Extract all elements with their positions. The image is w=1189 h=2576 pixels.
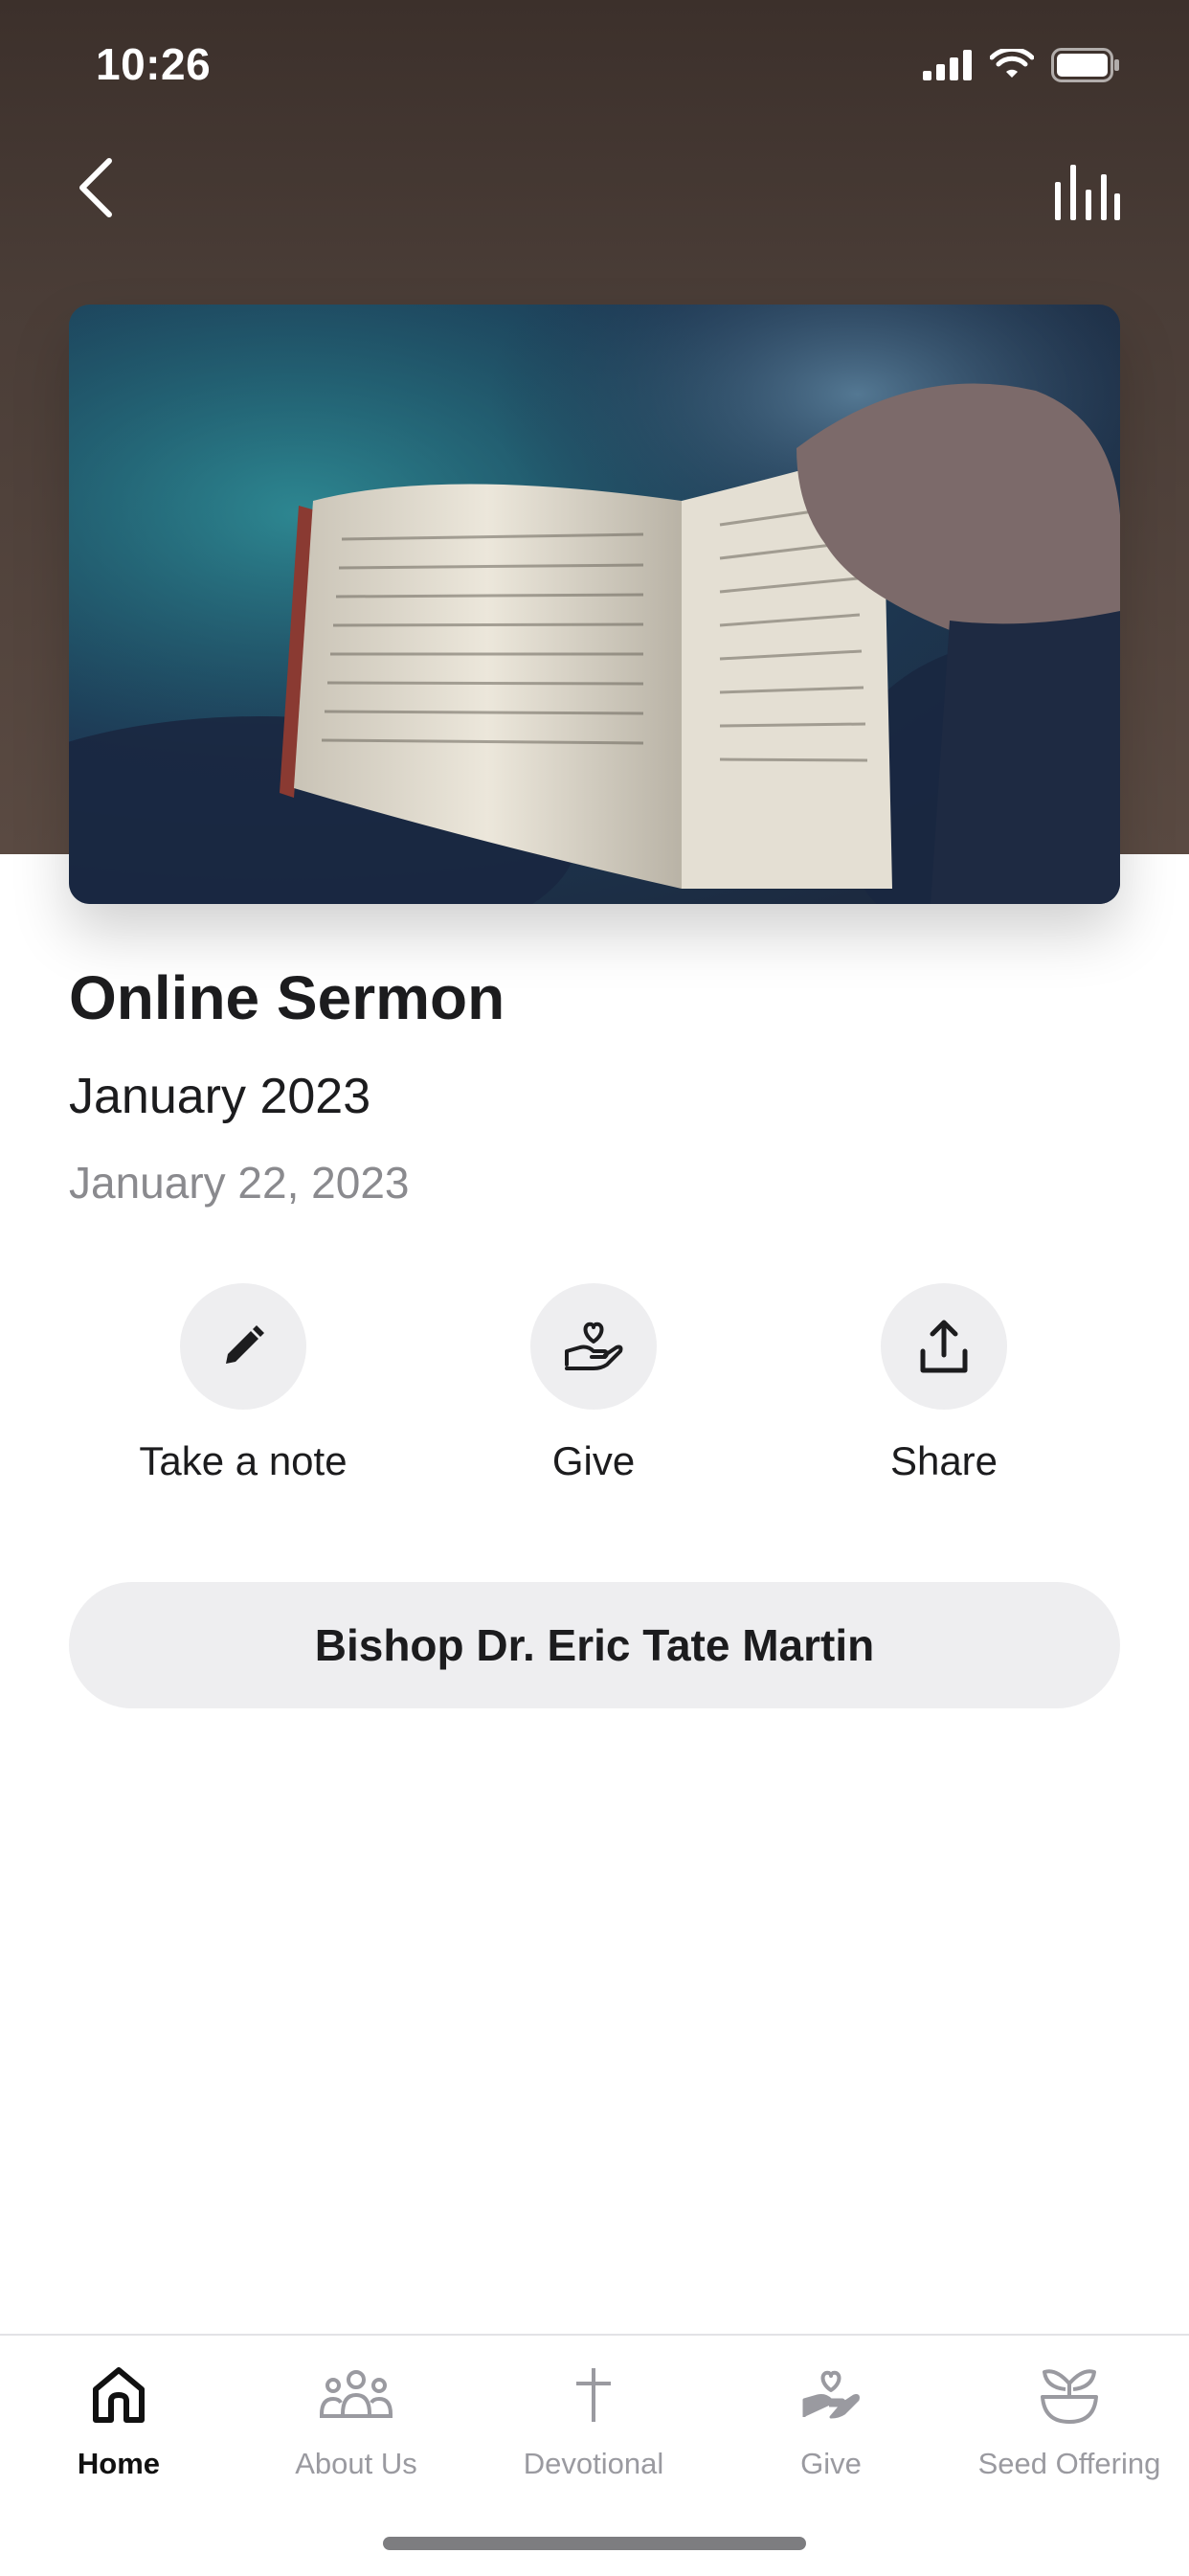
tab-devotional-label: Devotional xyxy=(523,2447,664,2480)
sermon-title: Online Sermon xyxy=(69,963,505,1032)
pencil-icon xyxy=(226,1325,264,1364)
tab-about-us-label: About Us xyxy=(295,2447,417,2480)
signal-icon xyxy=(923,50,972,80)
hand-heart-icon xyxy=(802,2370,860,2419)
wifi-icon xyxy=(990,49,1034,78)
hand-heart-icon xyxy=(565,1322,623,1370)
cross-icon xyxy=(576,2368,611,2422)
sermon-date: January 22, 2023 xyxy=(69,1158,410,1208)
speaker-name: Bishop Dr. Eric Tate Martin xyxy=(314,1620,875,1670)
tab-give[interactable]: Give xyxy=(712,2357,950,2481)
status-icons xyxy=(923,46,1120,84)
home-indicator xyxy=(383,2537,806,2550)
give-circle xyxy=(530,1283,657,1410)
battery-icon xyxy=(1051,48,1119,82)
tab-about-us[interactable]: About Us xyxy=(237,2357,475,2481)
tab-home-label: Home xyxy=(77,2447,161,2480)
take-note-label: Take a note xyxy=(139,1438,348,1483)
home-icon xyxy=(93,2367,145,2423)
share-label: Share xyxy=(889,1438,998,1483)
tab-home[interactable]: Home xyxy=(0,2357,237,2481)
sermon-artwork xyxy=(69,305,1120,904)
tab-devotional[interactable]: Devotional xyxy=(475,2357,712,2481)
audio-bars-icon xyxy=(1055,165,1120,220)
share-circle xyxy=(881,1283,1007,1410)
tab-give-label: Give xyxy=(800,2447,862,2480)
tab-seed-offering-label: Seed Offering xyxy=(977,2447,1161,2480)
chevron-left-icon xyxy=(79,158,112,217)
speaker-button[interactable]: Bishop Dr. Eric Tate Martin xyxy=(69,1582,1120,1708)
plant-icon xyxy=(1041,2369,1098,2424)
tab-seed-offering[interactable]: Seed Offering xyxy=(950,2357,1189,2481)
status-time: 10:26 xyxy=(96,39,212,89)
share-icon xyxy=(920,1320,968,1373)
take-note-circle xyxy=(180,1283,306,1410)
share-button[interactable]: Share xyxy=(800,1283,1088,1484)
take-note-button[interactable]: Take a note xyxy=(100,1283,387,1484)
give-label: Give xyxy=(551,1438,636,1483)
sermon-series: January 2023 xyxy=(69,1069,371,1124)
people-icon xyxy=(320,2370,393,2418)
status-bar: 10:26 xyxy=(0,0,1189,129)
give-button[interactable]: Give xyxy=(450,1283,737,1484)
back-button[interactable] xyxy=(67,153,124,222)
audio-button[interactable] xyxy=(1053,161,1122,220)
